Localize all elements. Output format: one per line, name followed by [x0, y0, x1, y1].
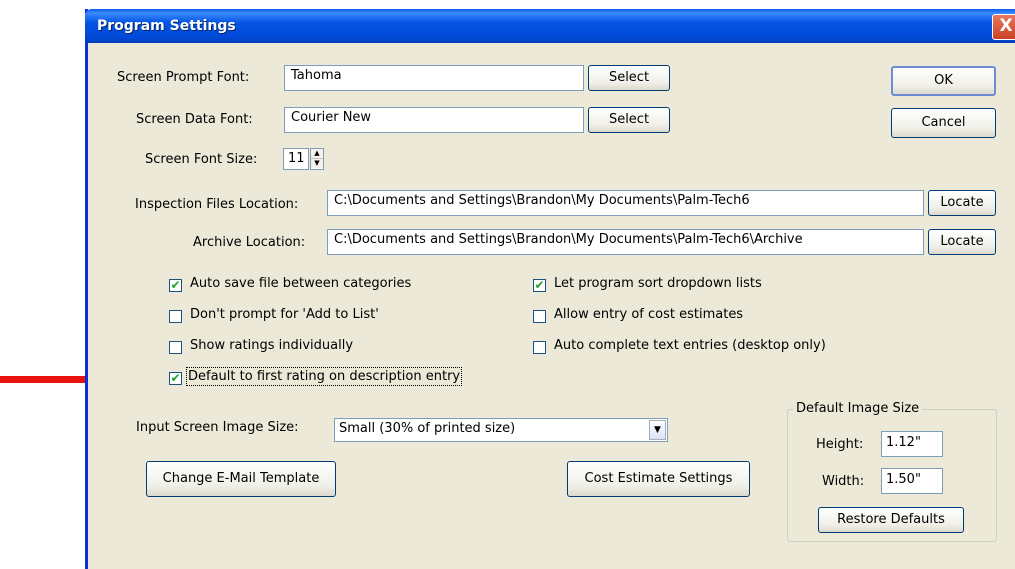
- spin-up-icon[interactable]: ▲: [311, 149, 323, 159]
- chevron-down-icon[interactable]: ▼: [649, 420, 666, 440]
- ok-button[interactable]: OK: [891, 66, 996, 96]
- spin-down-icon[interactable]: ▼: [311, 159, 323, 168]
- change-email-template-button[interactable]: Change E-Mail Template: [146, 461, 336, 497]
- auto-save-checkbox[interactable]: [169, 279, 182, 292]
- screen-data-font-field[interactable]: Courier New: [284, 107, 584, 133]
- allow-cost-estimates-checkbox[interactable]: [533, 310, 546, 323]
- locate-archive-button[interactable]: Locate: [928, 229, 996, 255]
- screen-font-size-field[interactable]: 11: [283, 148, 309, 170]
- screen-prompt-font-label: Screen Prompt Font:: [117, 70, 250, 85]
- cancel-button[interactable]: Cancel: [891, 108, 996, 138]
- locate-inspection-button[interactable]: Locate: [928, 190, 996, 216]
- image-size-dropdown[interactable]: Small (30% of printed size): [334, 418, 668, 442]
- screen-data-font-label: Screen Data Font:: [136, 112, 253, 127]
- auto-complete-text-checkbox[interactable]: [533, 341, 546, 354]
- auto-save-label[interactable]: Auto save file between categories: [190, 276, 411, 291]
- allow-cost-estimates-label[interactable]: Allow entry of cost estimates: [554, 307, 743, 322]
- default-image-size-title: Default Image Size: [793, 401, 923, 416]
- close-button[interactable]: X: [992, 14, 1015, 40]
- height-label: Height:: [816, 437, 864, 452]
- input-screen-image-size-label: Input Screen Image Size:: [136, 420, 299, 435]
- sort-dropdown-lists-label[interactable]: Let program sort dropdown lists: [554, 276, 762, 291]
- restore-defaults-button[interactable]: Restore Defaults: [818, 507, 964, 533]
- show-ratings-individually-label[interactable]: Show ratings individually: [190, 338, 353, 353]
- inspection-files-location-label: Inspection Files Location:: [135, 197, 299, 212]
- height-field[interactable]: 1.12": [881, 431, 943, 457]
- width-label: Width:: [822, 474, 865, 489]
- font-size-spinner[interactable]: ▲ ▼: [310, 148, 324, 170]
- default-first-rating-label[interactable]: Default to first rating on description e…: [185, 367, 463, 386]
- archive-location-label: Archive Location:: [193, 235, 306, 250]
- width-field[interactable]: 1.50": [881, 468, 943, 494]
- dont-prompt-add-to-list-label[interactable]: Don't prompt for 'Add to List': [190, 307, 379, 322]
- dont-prompt-add-to-list-checkbox[interactable]: [169, 310, 182, 323]
- screen-prompt-font-field[interactable]: Tahoma: [284, 65, 584, 91]
- auto-complete-text-label[interactable]: Auto complete text entries (desktop only…: [554, 338, 826, 353]
- show-ratings-individually-checkbox[interactable]: [169, 341, 182, 354]
- select-prompt-font-button[interactable]: Select: [588, 65, 670, 91]
- inspection-files-location-field[interactable]: C:\Documents and Settings\Brandon\My Doc…: [327, 190, 924, 216]
- archive-location-field[interactable]: C:\Documents and Settings\Brandon\My Doc…: [327, 229, 924, 255]
- screen-font-size-label: Screen Font Size:: [145, 152, 258, 167]
- cost-estimate-settings-button[interactable]: Cost Estimate Settings: [567, 461, 750, 497]
- select-data-font-button[interactable]: Select: [588, 107, 670, 133]
- dialog-title: Program Settings: [97, 18, 236, 34]
- default-first-rating-checkbox[interactable]: [169, 372, 182, 385]
- sort-dropdown-lists-checkbox[interactable]: [533, 279, 546, 292]
